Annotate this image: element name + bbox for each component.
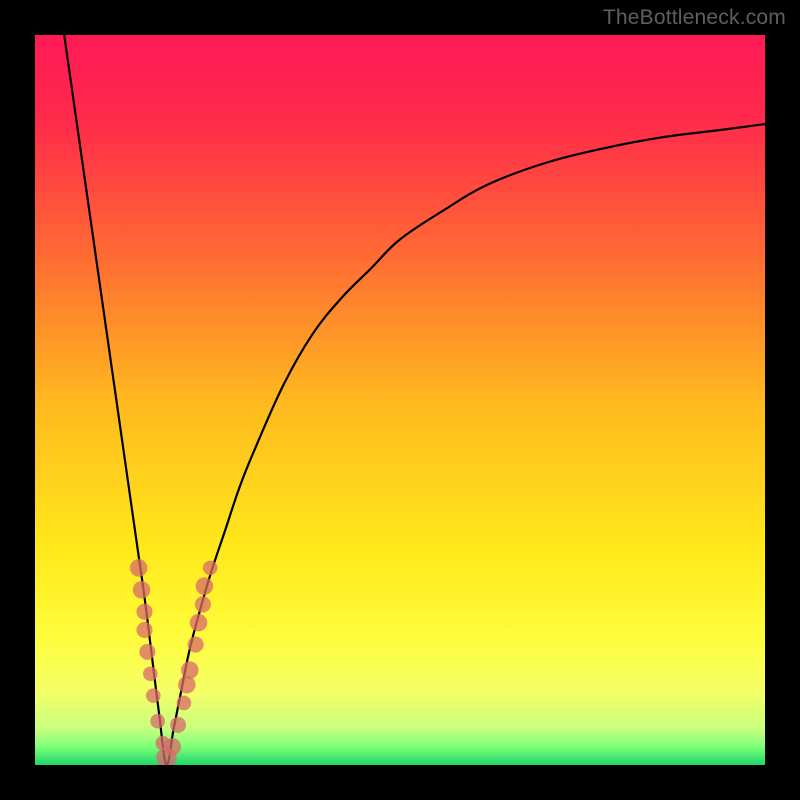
data-point-marker	[170, 717, 186, 733]
data-point-marker	[146, 688, 161, 703]
data-point-marker	[195, 596, 211, 612]
data-point-marker	[150, 714, 165, 729]
data-point-marker	[139, 644, 155, 660]
data-point-marker	[143, 666, 158, 681]
data-point-marker	[177, 696, 192, 711]
chart-frame: TheBottleneck.com	[0, 0, 800, 800]
data-point-marker	[203, 561, 218, 576]
data-point-marker	[130, 559, 148, 577]
plot-area	[35, 35, 765, 765]
watermark-text: TheBottleneck.com	[603, 6, 786, 30]
data-point-marker	[136, 622, 152, 638]
data-point-marker	[133, 581, 151, 599]
data-point-marker	[163, 738, 181, 756]
bottleneck-curve	[35, 35, 765, 765]
data-point-marker	[196, 577, 214, 595]
data-point-marker	[188, 637, 204, 653]
data-point-marker	[190, 614, 208, 632]
data-point-marker	[181, 661, 199, 679]
data-point-marker	[178, 676, 196, 694]
data-point-marker	[136, 604, 152, 620]
